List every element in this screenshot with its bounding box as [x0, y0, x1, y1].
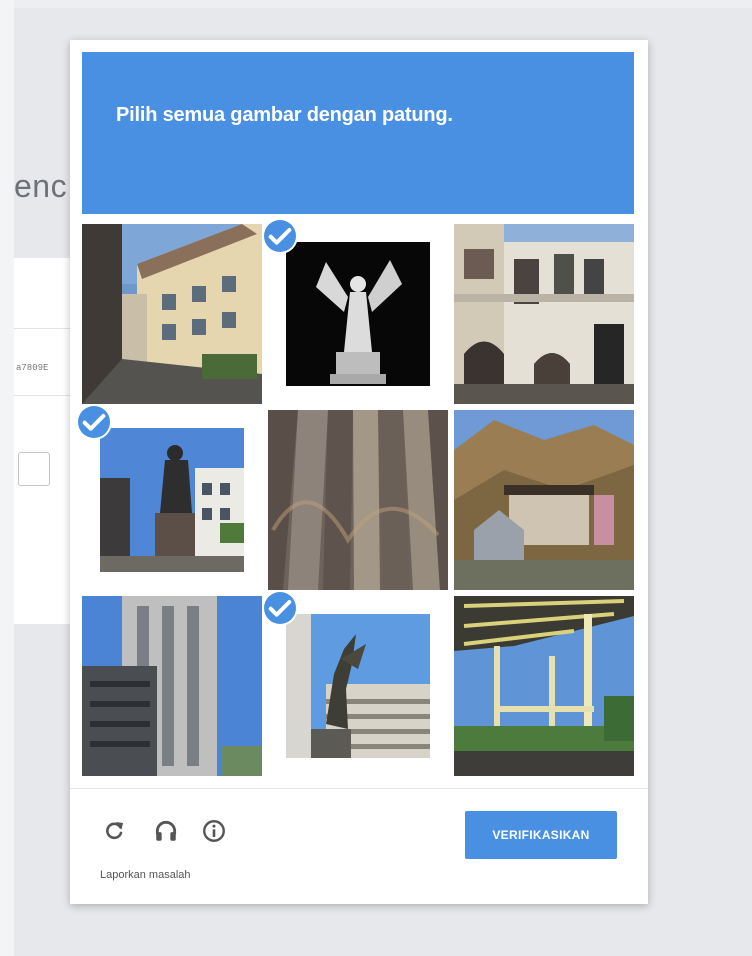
captcha-tile-6[interactable] [454, 410, 634, 590]
captcha-tile-8[interactable] [264, 592, 448, 776]
reload-icon[interactable] [98, 815, 130, 847]
tile-image [100, 428, 244, 572]
tile-image [454, 224, 634, 404]
tile-image [268, 410, 448, 590]
captcha-tile-1[interactable] [82, 224, 262, 404]
background-page-strip [0, 0, 14, 956]
background-checkbox[interactable] [18, 452, 50, 486]
tile-image [82, 224, 262, 404]
captcha-tile-9[interactable] [454, 596, 634, 776]
captcha-instruction-banner: Pilih semua gambar dengan patung. [82, 52, 634, 214]
captcha-tile-5[interactable] [268, 410, 448, 590]
captcha-tile-4[interactable] [78, 406, 262, 590]
report-problem-link[interactable]: Laporkan masalah [100, 869, 191, 881]
captcha-tile-7[interactable] [82, 596, 262, 776]
captcha-footer: Laporkan masalah VERIFIKASIKAN [70, 788, 648, 905]
instruction-keyword: patung. [381, 104, 453, 126]
tile-image [286, 614, 430, 758]
tile-image [454, 410, 634, 590]
tile-image [286, 242, 430, 386]
selected-check-icon [78, 406, 110, 438]
selected-check-icon [264, 592, 296, 624]
headphones-icon[interactable] [150, 815, 182, 847]
captcha-image-grid [78, 220, 634, 778]
captcha-instruction-text: Pilih semua gambar dengan patung. [116, 104, 453, 127]
background-topbar [14, 0, 752, 8]
info-icon[interactable] [198, 815, 230, 847]
background-field-value: a7809E [16, 363, 49, 373]
captcha-challenge-dialog: Pilih semua gambar dengan patung. Lapork… [70, 40, 648, 904]
captcha-tile-2[interactable] [264, 220, 448, 404]
tile-image [82, 596, 262, 776]
captcha-tile-3[interactable] [454, 224, 634, 404]
verify-button[interactable]: VERIFIKASIKAN [465, 811, 617, 859]
tile-image [454, 596, 634, 776]
selected-check-icon [264, 220, 296, 252]
background-heading: enc [14, 168, 68, 204]
instruction-prefix: Pilih semua gambar dengan [116, 104, 382, 126]
